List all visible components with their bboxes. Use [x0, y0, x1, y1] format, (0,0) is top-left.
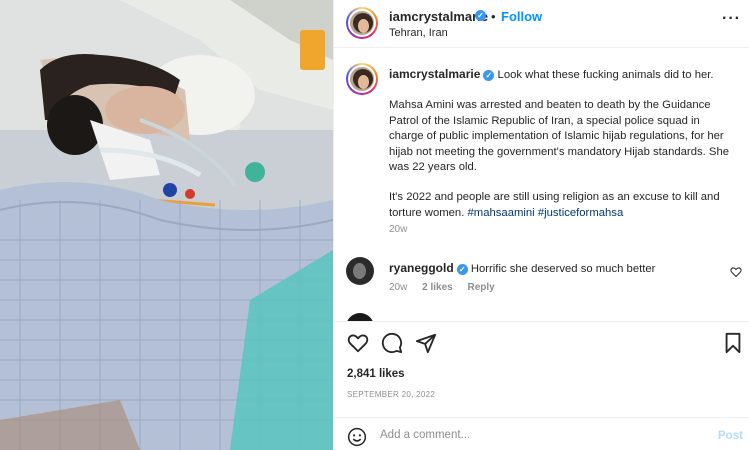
caption-username[interactable]: iamcrystalmarie: [389, 67, 480, 81]
comment-item-partial: [334, 309, 749, 321]
comments-section[interactable]: iamcrystalmarie ✓ Look what these fucking…: [334, 49, 749, 321]
comment-meta: 20w 2 likes Reply: [389, 282, 507, 293]
hashtag-link[interactable]: #mahsaamini: [468, 207, 535, 219]
comment-timestamp[interactable]: 20w: [389, 282, 407, 293]
bookmark-icon[interactable]: [723, 332, 743, 354]
comment-like-heart-icon[interactable]: [730, 266, 742, 278]
verified-badge-icon: ✓: [475, 10, 486, 21]
likes-count[interactable]: 2,841 likes: [347, 368, 405, 380]
caption-paragraph: Mahsa Amini was arrested and beaten to d…: [389, 99, 730, 174]
commenter-username[interactable]: ryaneggold: [389, 261, 454, 275]
comment-likes[interactable]: 2 likes: [422, 282, 453, 293]
caption-author-avatar[interactable]: [346, 63, 378, 95]
post-location[interactable]: Tehran, Iran: [389, 27, 448, 39]
caption-text: iamcrystalmarie ✓ Look what these fucking…: [389, 67, 734, 221]
author-username[interactable]: iamcrystalmarie: [389, 9, 488, 24]
add-comment-bar: Post: [334, 417, 749, 450]
hospital-photo: [0, 0, 333, 450]
post-comment-button[interactable]: Post: [718, 430, 743, 442]
comment-icon[interactable]: [381, 332, 403, 354]
post-date[interactable]: SEPTEMBER 20, 2022: [347, 390, 435, 399]
follow-button[interactable]: Follow: [501, 9, 542, 24]
hashtag-link[interactable]: #justiceformahsa: [538, 207, 623, 219]
commenter-avatar[interactable]: [346, 313, 374, 321]
comment-item: ryaneggold ✓ Horrific she deserved so muc…: [334, 254, 749, 304]
comment-input[interactable]: [380, 426, 700, 444]
post-header: iamcrystalmarie ✓ • Follow Tehran, Iran …: [334, 0, 749, 48]
comment-text: ryaneggold ✓ Horrific she deserved so muc…: [389, 261, 655, 275]
caption-paragraph-hashtags: It's 2022 and people are still using rel…: [389, 190, 734, 221]
separator-dot: •: [491, 9, 496, 24]
verified-badge-icon: ✓: [456, 264, 468, 275]
caption-timestamp[interactable]: 20w: [389, 224, 407, 235]
reply-button[interactable]: Reply: [468, 282, 495, 293]
verified-badge-icon: ✓: [483, 70, 495, 81]
post-actions: [334, 321, 749, 369]
commenter-avatar[interactable]: [346, 257, 374, 285]
more-options-icon[interactable]: ···: [722, 10, 741, 28]
emoji-icon[interactable]: [347, 427, 367, 447]
post-panel: iamcrystalmarie ✓ • Follow Tehran, Iran …: [333, 0, 749, 450]
author-avatar[interactable]: [346, 7, 378, 39]
caption-line1: Look what these fucking animals did to h…: [497, 69, 714, 81]
post-image[interactable]: [0, 0, 333, 450]
heart-icon[interactable]: [347, 332, 369, 354]
share-icon[interactable]: [415, 332, 437, 354]
comment-body: Horrific she deserved so much better: [470, 263, 656, 275]
